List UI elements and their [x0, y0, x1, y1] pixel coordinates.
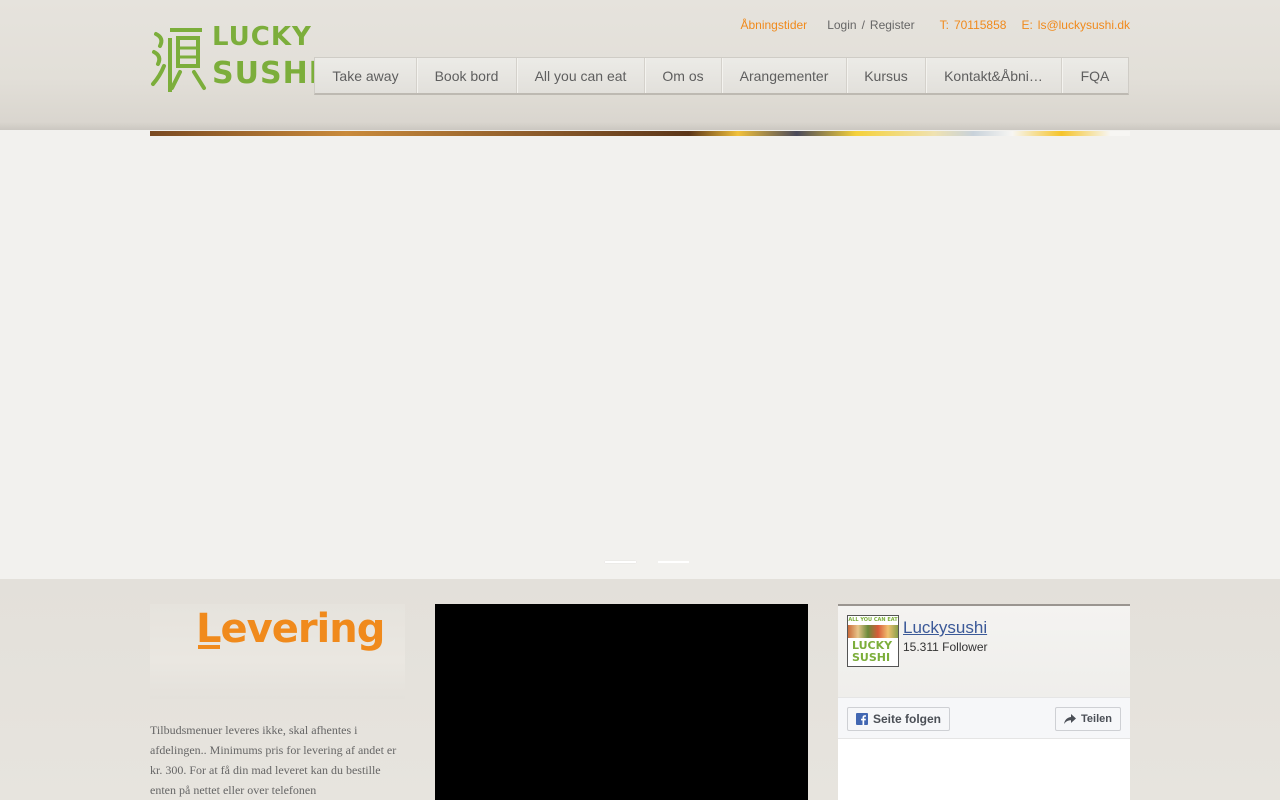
avatar-food-image — [848, 625, 898, 638]
nav-item-om-os[interactable]: Om os — [645, 58, 722, 93]
avatar-caption: ALL YOU CAN EAT — [848, 616, 898, 624]
levering-title-accent — [198, 645, 220, 649]
login-link[interactable]: Login — [827, 18, 856, 32]
hero-slider[interactable] — [0, 130, 1280, 579]
login-register-separator: / — [861, 18, 865, 32]
nav-item-kontakt[interactable]: Kontakt&Åbni… — [926, 58, 1062, 93]
site-logo[interactable]: LUCKY SUSHI — [150, 22, 320, 96]
logo-mark-icon — [151, 28, 206, 92]
register-link[interactable]: Register — [870, 18, 915, 32]
nav-item-fqa[interactable]: FQA — [1062, 58, 1128, 93]
share-arrow-icon — [1064, 713, 1077, 725]
nav-item-take-away[interactable]: Take away — [315, 58, 417, 93]
logo-word-sushi: SUSHI — [212, 56, 321, 91]
facebook-widget-header: ALL YOU CAN EAT LUCKY SUSHI Luckysushi 1… — [838, 606, 1130, 697]
top-links-bar: Åbningstider Login / Register T: 7011585… — [740, 17, 1130, 33]
nav-item-all-you-can-eat[interactable]: All you can eat — [517, 58, 645, 93]
follow-page-button[interactable]: Seite folgen — [847, 707, 951, 731]
email-label: E: — [1021, 18, 1033, 32]
phone-link[interactable]: 70115858 — [954, 18, 1007, 32]
levering-title: Levering — [196, 606, 385, 652]
facebook-page-widget: ALL YOU CAN EAT LUCKY SUSHI Luckysushi 1… — [838, 604, 1130, 800]
slider-dot-2[interactable] — [658, 561, 689, 563]
facebook-follower-count: 15.311 Follower — [903, 640, 988, 654]
slider-pagination — [605, 561, 689, 563]
facebook-icon — [856, 713, 868, 725]
email-link[interactable]: ls@luckysushi.dk — [1038, 18, 1130, 32]
facebook-page-avatar[interactable]: ALL YOU CAN EAT LUCKY SUSHI — [847, 615, 899, 667]
nav-item-arangementer[interactable]: Arangementer — [722, 58, 847, 93]
levering-description: Tilbudsmenuer leveres ikke, skal afhente… — [150, 723, 397, 797]
facebook-actions-bar: Seite folgen Teilen — [838, 697, 1130, 739]
main-nav: Take away Book bord All you can eat Om o… — [314, 57, 1129, 95]
share-button[interactable]: Teilen — [1055, 707, 1121, 731]
share-label: Teilen — [1081, 713, 1112, 725]
avatar-logo: LUCKY SUSHI — [852, 639, 893, 664]
follow-page-label: Seite folgen — [873, 712, 942, 726]
video-player[interactable] — [435, 604, 808, 800]
nav-item-kursus[interactable]: Kursus — [847, 58, 926, 93]
logo-word-lucky: LUCKY — [212, 22, 312, 52]
slider-image-strip — [150, 131, 1130, 136]
nav-item-book-bord[interactable]: Book bord — [417, 58, 517, 93]
opening-hours-link[interactable]: Åbningstider — [740, 18, 807, 32]
phone-label: T: — [939, 18, 949, 32]
slider-dot-1[interactable] — [605, 561, 636, 563]
facebook-page-name[interactable]: Luckysushi — [903, 618, 987, 638]
